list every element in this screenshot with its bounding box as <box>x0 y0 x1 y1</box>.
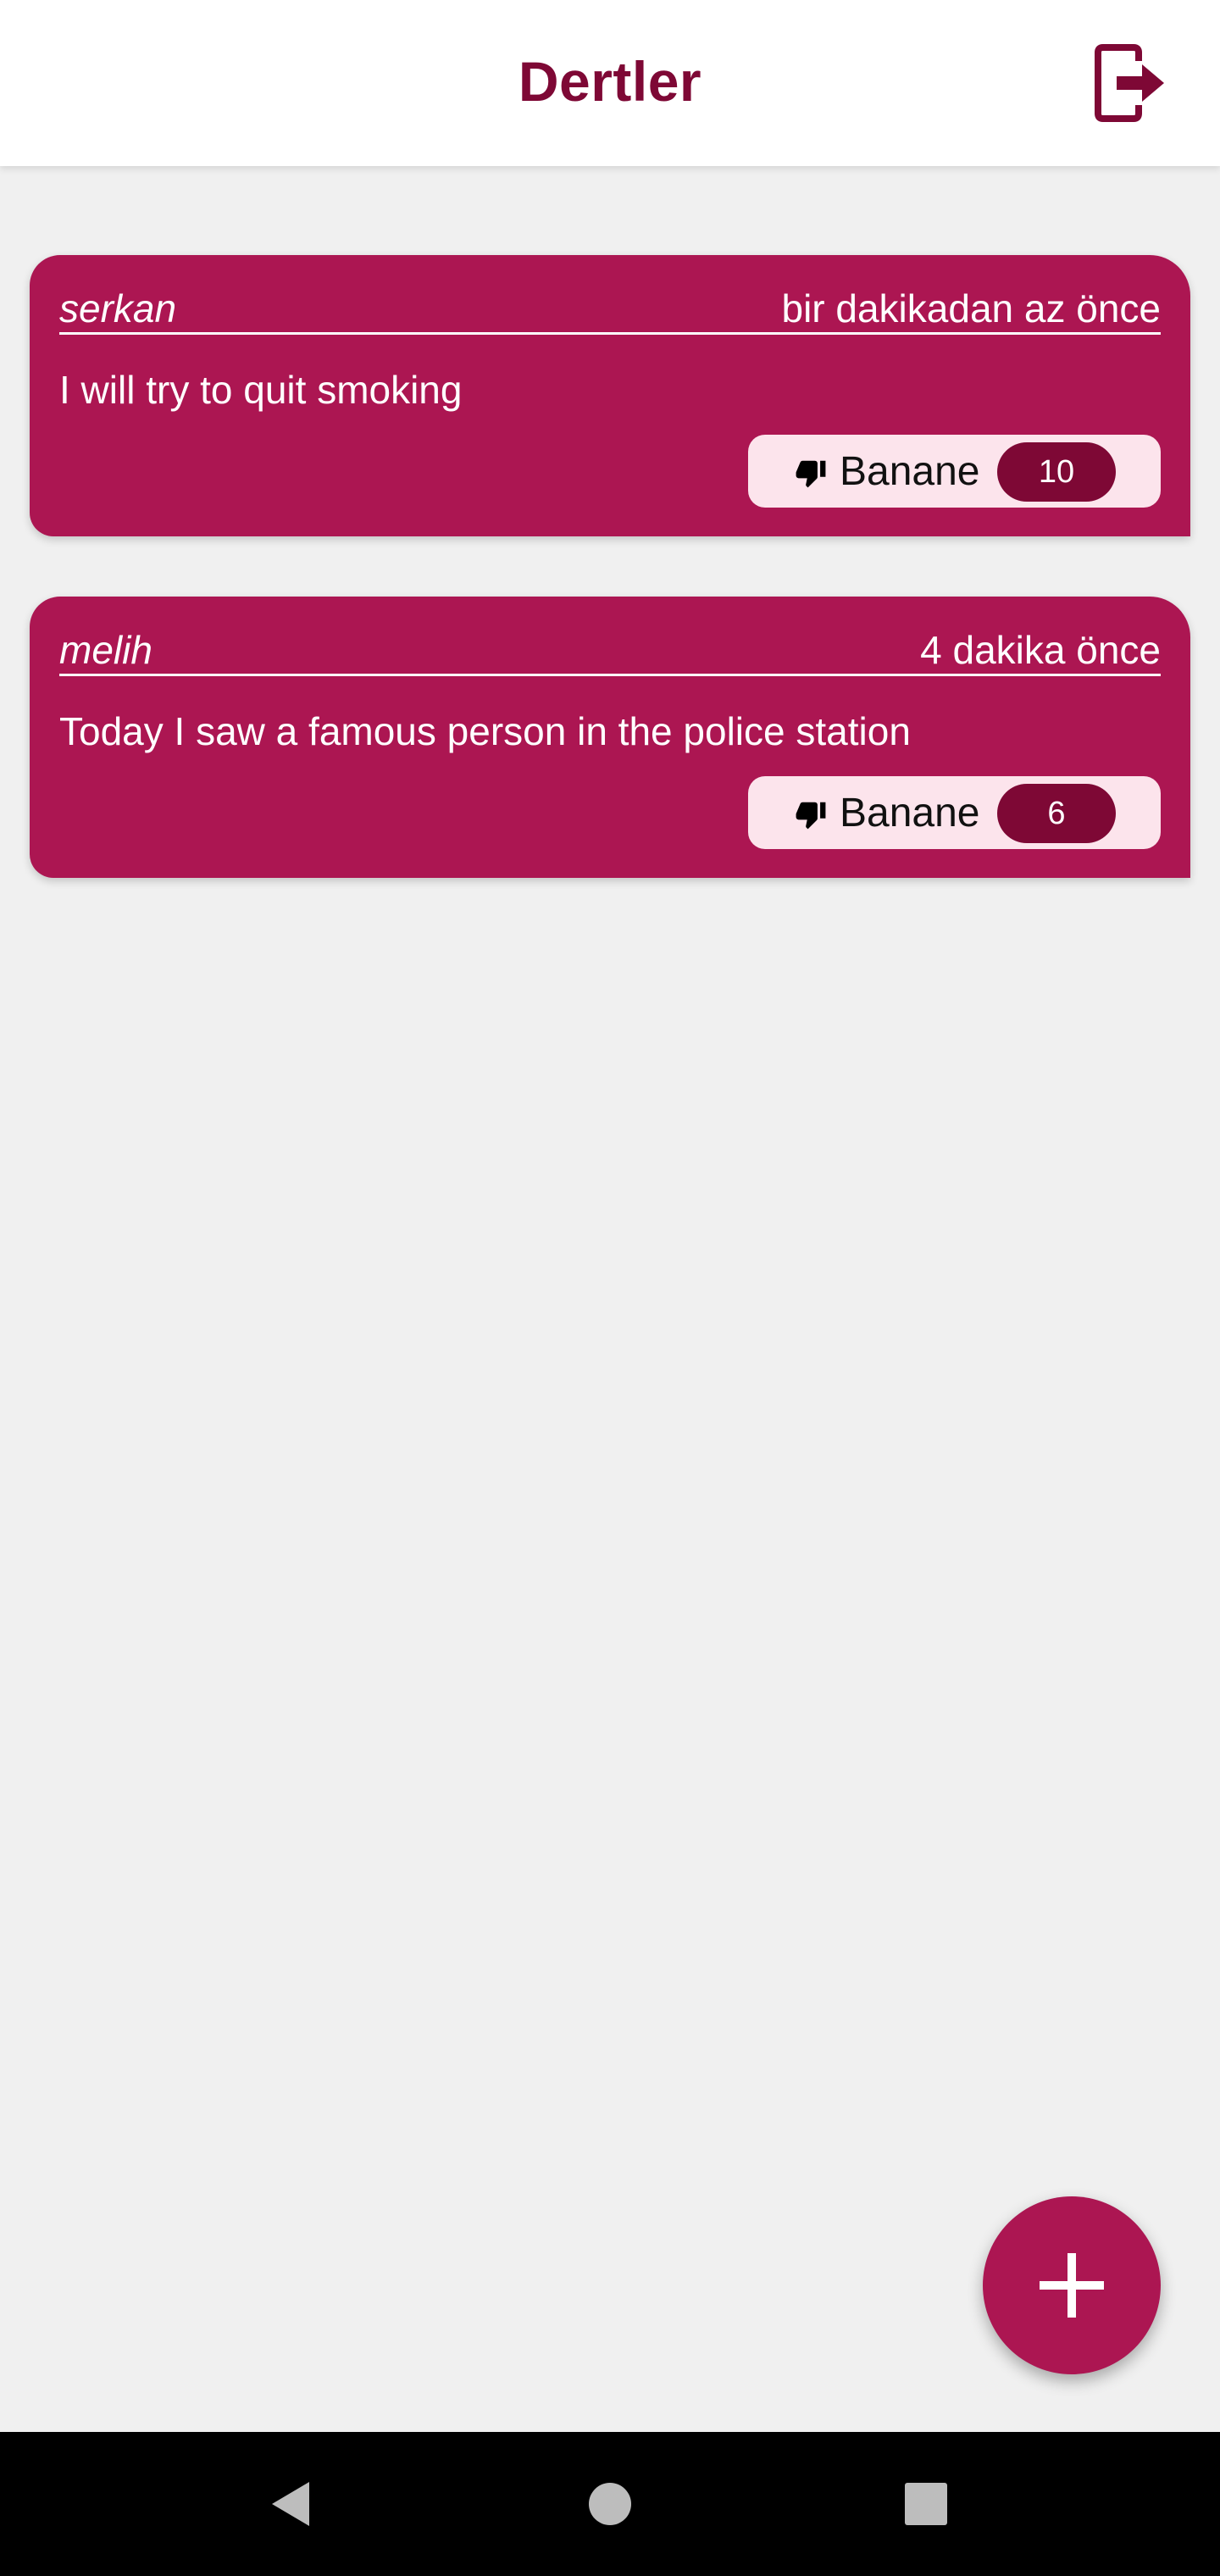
reaction-count-badge: 6 <box>997 784 1116 843</box>
add-post-button[interactable] <box>983 2196 1161 2374</box>
banane-label: Banane <box>840 791 980 836</box>
nav-home-button[interactable] <box>568 2462 652 2546</box>
banane-button[interactable]: Banane 10 <box>748 435 1161 508</box>
home-icon <box>589 2483 631 2525</box>
post-text: I will try to quit smoking <box>59 368 463 412</box>
post-header: melih 4 dakika önce <box>59 627 1161 676</box>
back-icon <box>272 2482 309 2526</box>
thumbs-down-icon <box>796 460 826 488</box>
logout-icon <box>1095 44 1164 122</box>
reaction-count-badge: 10 <box>997 442 1116 502</box>
system-nav-bar <box>0 2432 1220 2576</box>
post-author: serkan <box>59 286 177 330</box>
nav-recents-button[interactable] <box>884 2462 968 2546</box>
post-time: 4 dakika önce <box>920 628 1161 672</box>
post-header: serkan bir dakikadan az önce <box>59 286 1161 335</box>
plus-icon <box>1040 2253 1104 2318</box>
logout-button[interactable] <box>1088 41 1173 125</box>
post-card: serkan bir dakikadan az önce I will try … <box>30 255 1190 536</box>
post-time: bir dakikadan az önce <box>781 286 1161 330</box>
post-text: Today I saw a famous person in the polic… <box>59 709 911 753</box>
recents-icon <box>905 2483 947 2525</box>
thumbs-down-icon <box>796 802 826 830</box>
post-card: melih 4 dakika önce Today I saw a famous… <box>30 597 1190 878</box>
page-title: Dertler <box>518 50 702 113</box>
nav-back-button[interactable] <box>248 2462 333 2546</box>
banane-label: Banane <box>840 449 980 494</box>
app-bar: Dertler <box>0 0 1220 166</box>
banane-button[interactable]: Banane 6 <box>748 776 1161 849</box>
post-author: melih <box>59 628 152 672</box>
